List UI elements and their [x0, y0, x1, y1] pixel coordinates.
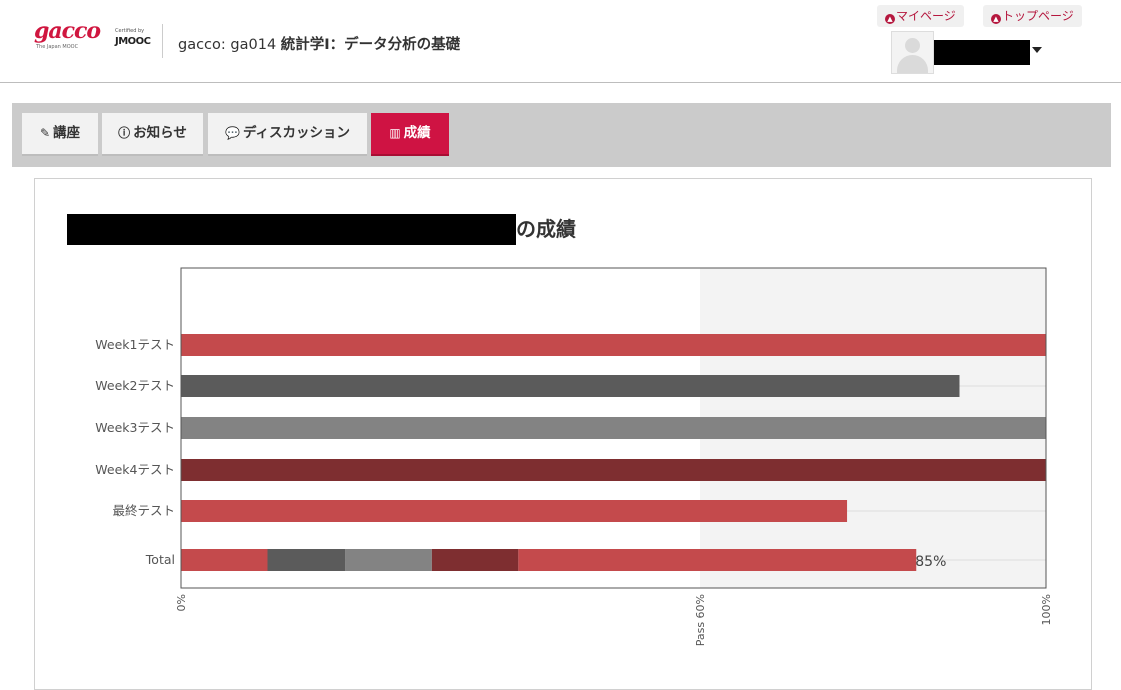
top-page-label: トップページ	[1002, 9, 1074, 23]
course-tabs: ✎ 講座 ⓘ お知らせ 💬 ディスカッション ▥ 成績	[12, 103, 1111, 167]
caret-down-icon[interactable]	[1032, 47, 1042, 53]
my-page-label: マイページ	[896, 9, 956, 23]
gacco-logo-subtext: The Japan MOOC	[36, 44, 79, 50]
tab-courseware[interactable]: ✎ 講座	[22, 113, 98, 156]
content-panel	[34, 178, 1092, 690]
info-icon: ⓘ	[118, 126, 131, 140]
student-name-redacted	[67, 214, 516, 245]
comments-icon: 💬	[224, 126, 240, 140]
bar-chart-icon: ▥	[389, 126, 401, 140]
course-title: gacco: ga014 統計学Ⅰ：データ分析の基礎	[178, 33, 460, 54]
page-title: の成績	[516, 217, 576, 241]
gacco-logo[interactable]: gacco The Japan MOOC	[34, 18, 108, 58]
jmooc-certified-text: Certified by	[115, 28, 145, 34]
site-header: gacco The Japan MOOC Certified by JMOOC …	[0, 0, 1121, 83]
header-divider	[162, 24, 163, 58]
edit-icon: ✎	[39, 126, 51, 140]
chevron-up-circle-icon: ▲	[885, 14, 895, 24]
tab-discussion-label: ディスカッション	[242, 125, 350, 141]
avatar-head	[905, 38, 920, 53]
course-code: gacco: ga014	[178, 37, 277, 53]
course-name: 統計学Ⅰ：データ分析の基礎	[280, 37, 461, 53]
tab-courseware-label: 講座	[53, 125, 81, 141]
tab-discussion[interactable]: 💬 ディスカッション	[208, 113, 367, 156]
avatar-shoulders	[897, 55, 928, 73]
tab-progress-label: 成績	[403, 125, 431, 141]
gacco-logo-text: gacco	[34, 18, 101, 44]
tab-info-label: お知らせ	[133, 125, 187, 141]
username-redacted[interactable]	[934, 40, 1030, 65]
avatar[interactable]	[891, 31, 934, 74]
jmooc-logo: Certified by JMOOC	[115, 28, 155, 54]
my-page-link[interactable]: ▲ マイページ	[877, 5, 964, 27]
jmooc-logo-text: JMOOC	[115, 36, 151, 47]
tab-progress[interactable]: ▥ 成績	[371, 113, 449, 156]
top-page-link[interactable]: ▲ トップページ	[983, 5, 1082, 27]
chevron-up-circle-icon: ▲	[991, 14, 1001, 24]
tab-info[interactable]: ⓘ お知らせ	[102, 113, 203, 156]
